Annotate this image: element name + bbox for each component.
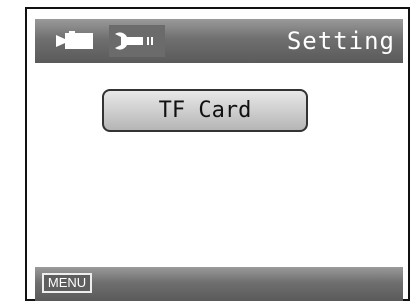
bottom-bar: MENU	[35, 267, 403, 301]
device-screen: Setting TF Card MENU	[25, 7, 410, 301]
page-title: Setting	[286, 27, 395, 55]
camera-icon[interactable]	[55, 31, 97, 51]
top-bar: Setting	[35, 19, 403, 63]
menu-button[interactable]: MENU	[42, 273, 92, 293]
wrench-battery-icon[interactable]	[109, 25, 165, 57]
tf-card-button[interactable]: TF Card	[102, 89, 308, 132]
